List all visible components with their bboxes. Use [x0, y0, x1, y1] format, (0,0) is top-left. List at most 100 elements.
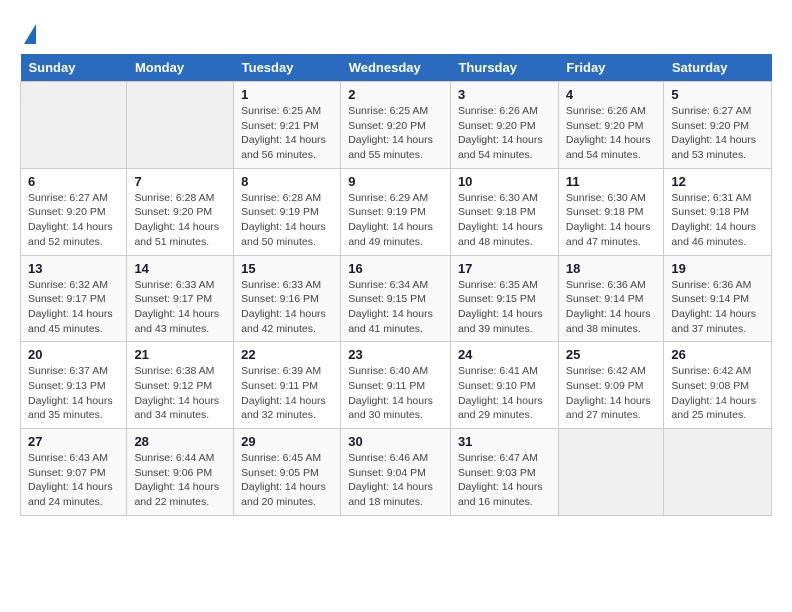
calendar-cell: 5 Sunrise: 6:27 AM Sunset: 9:20 PM Daylig… [664, 82, 772, 169]
calendar-cell: 22Sunrise: 6:39 AM Sunset: 9:11 PM Dayli… [234, 342, 341, 429]
day-number: 4 [566, 87, 657, 102]
calendar-header-row: SundayMondayTuesdayWednesdayThursdayFrid… [21, 54, 772, 82]
column-header-saturday: Saturday [664, 54, 772, 82]
calendar-cell: 31 Sunrise: 6:47 AM Sunset: 9:03 PM Dayli… [450, 429, 558, 516]
calendar-cell: 10 Sunrise: 6:30 AM Sunset: 9:18 PM Dayli… [450, 168, 558, 255]
day-number: 13 [28, 261, 119, 276]
calendar-cell: 24 Sunrise: 6:41 AM Sunset: 9:10 PM Dayli… [450, 342, 558, 429]
calendar-table: SundayMondayTuesdayWednesdayThursdayFrid… [20, 54, 772, 516]
calendar-cell: 14Sunrise: 6:33 AM Sunset: 9:17 PM Dayli… [127, 255, 234, 342]
day-number: 7 [134, 174, 226, 189]
calendar-cell: 6 Sunrise: 6:27 AM Sunset: 9:20 PM Daylig… [21, 168, 127, 255]
day-number: 24 [458, 347, 551, 362]
day-number: 21 [134, 347, 226, 362]
column-header-wednesday: Wednesday [341, 54, 451, 82]
calendar-cell: 15 Sunrise: 6:33 AM Sunset: 9:16 PM Dayli… [234, 255, 341, 342]
calendar-cell: 18 Sunrise: 6:36 AM Sunset: 9:14 PM Dayli… [558, 255, 664, 342]
calendar-cell: 25 Sunrise: 6:42 AM Sunset: 9:09 PM Dayli… [558, 342, 664, 429]
day-number: 17 [458, 261, 551, 276]
day-info: Sunrise: 6:25 AM Sunset: 9:21 PM Dayligh… [241, 104, 333, 163]
calendar-cell: 2 Sunrise: 6:25 AM Sunset: 9:20 PM Daylig… [341, 82, 451, 169]
day-info: Sunrise: 6:44 AM Sunset: 9:06 PM Dayligh… [134, 451, 226, 510]
day-info: Sunrise: 6:25 AM Sunset: 9:20 PM Dayligh… [348, 104, 443, 163]
calendar-cell: 4 Sunrise: 6:26 AM Sunset: 9:20 PM Daylig… [558, 82, 664, 169]
calendar-cell: 21Sunrise: 6:38 AM Sunset: 9:12 PM Dayli… [127, 342, 234, 429]
day-number: 25 [566, 347, 657, 362]
calendar-cell [21, 82, 127, 169]
day-number: 12 [671, 174, 764, 189]
day-info: Sunrise: 6:27 AM Sunset: 9:20 PM Dayligh… [671, 104, 764, 163]
day-info: Sunrise: 6:30 AM Sunset: 9:18 PM Dayligh… [566, 191, 657, 250]
day-number: 14 [134, 261, 226, 276]
day-number: 22 [241, 347, 333, 362]
logo-triangle-icon [24, 24, 36, 44]
day-info: Sunrise: 6:40 AM Sunset: 9:11 PM Dayligh… [348, 364, 443, 423]
calendar-cell: 8 Sunrise: 6:28 AM Sunset: 9:19 PM Daylig… [234, 168, 341, 255]
day-info: Sunrise: 6:31 AM Sunset: 9:18 PM Dayligh… [671, 191, 764, 250]
day-number: 5 [671, 87, 764, 102]
day-number: 9 [348, 174, 443, 189]
day-number: 10 [458, 174, 551, 189]
calendar-cell: 7 Sunrise: 6:28 AM Sunset: 9:20 PM Daylig… [127, 168, 234, 255]
day-info: Sunrise: 6:46 AM Sunset: 9:04 PM Dayligh… [348, 451, 443, 510]
calendar-cell: 11 Sunrise: 6:30 AM Sunset: 9:18 PM Dayli… [558, 168, 664, 255]
calendar-cell [127, 82, 234, 169]
day-number: 28 [134, 434, 226, 449]
day-info: Sunrise: 6:45 AM Sunset: 9:05 PM Dayligh… [241, 451, 333, 510]
day-info: Sunrise: 6:26 AM Sunset: 9:20 PM Dayligh… [458, 104, 551, 163]
day-info: Sunrise: 6:32 AM Sunset: 9:17 PM Dayligh… [28, 278, 119, 337]
calendar-cell: 13 Sunrise: 6:32 AM Sunset: 9:17 PM Dayli… [21, 255, 127, 342]
calendar-cell: 29Sunrise: 6:45 AM Sunset: 9:05 PM Dayli… [234, 429, 341, 516]
calendar-cell: 30Sunrise: 6:46 AM Sunset: 9:04 PM Dayli… [341, 429, 451, 516]
day-number: 27 [28, 434, 119, 449]
day-info: Sunrise: 6:47 AM Sunset: 9:03 PM Dayligh… [458, 451, 551, 510]
day-number: 6 [28, 174, 119, 189]
day-info: Sunrise: 6:34 AM Sunset: 9:15 PM Dayligh… [348, 278, 443, 337]
day-number: 19 [671, 261, 764, 276]
day-info: Sunrise: 6:27 AM Sunset: 9:20 PM Dayligh… [28, 191, 119, 250]
day-number: 1 [241, 87, 333, 102]
day-info: Sunrise: 6:37 AM Sunset: 9:13 PM Dayligh… [28, 364, 119, 423]
day-number: 26 [671, 347, 764, 362]
day-info: Sunrise: 6:35 AM Sunset: 9:15 PM Dayligh… [458, 278, 551, 337]
calendar-cell: 23Sunrise: 6:40 AM Sunset: 9:11 PM Dayli… [341, 342, 451, 429]
page-header [20, 20, 772, 44]
day-number: 11 [566, 174, 657, 189]
calendar-week-row: 27 Sunrise: 6:43 AM Sunset: 9:07 PM Dayli… [21, 429, 772, 516]
day-info: Sunrise: 6:42 AM Sunset: 9:09 PM Dayligh… [566, 364, 657, 423]
day-info: Sunrise: 6:29 AM Sunset: 9:19 PM Dayligh… [348, 191, 443, 250]
day-number: 16 [348, 261, 443, 276]
calendar-week-row: 13 Sunrise: 6:32 AM Sunset: 9:17 PM Dayli… [21, 255, 772, 342]
calendar-week-row: 20 Sunrise: 6:37 AM Sunset: 9:13 PM Dayli… [21, 342, 772, 429]
day-number: 18 [566, 261, 657, 276]
calendar-week-row: 1 Sunrise: 6:25 AM Sunset: 9:21 PM Daylig… [21, 82, 772, 169]
calendar-cell: 26 Sunrise: 6:42 AM Sunset: 9:08 PM Dayli… [664, 342, 772, 429]
column-header-tuesday: Tuesday [234, 54, 341, 82]
calendar-cell: 20 Sunrise: 6:37 AM Sunset: 9:13 PM Dayli… [21, 342, 127, 429]
column-header-sunday: Sunday [21, 54, 127, 82]
day-info: Sunrise: 6:43 AM Sunset: 9:07 PM Dayligh… [28, 451, 119, 510]
day-info: Sunrise: 6:26 AM Sunset: 9:20 PM Dayligh… [566, 104, 657, 163]
calendar-cell: 19 Sunrise: 6:36 AM Sunset: 9:14 PM Dayli… [664, 255, 772, 342]
calendar-cell: 17 Sunrise: 6:35 AM Sunset: 9:15 PM Dayli… [450, 255, 558, 342]
day-number: 15 [241, 261, 333, 276]
calendar-cell: 16 Sunrise: 6:34 AM Sunset: 9:15 PM Dayli… [341, 255, 451, 342]
day-number: 31 [458, 434, 551, 449]
calendar-cell: 27 Sunrise: 6:43 AM Sunset: 9:07 PM Dayli… [21, 429, 127, 516]
day-number: 2 [348, 87, 443, 102]
day-number: 3 [458, 87, 551, 102]
day-info: Sunrise: 6:41 AM Sunset: 9:10 PM Dayligh… [458, 364, 551, 423]
day-info: Sunrise: 6:36 AM Sunset: 9:14 PM Dayligh… [566, 278, 657, 337]
column-header-monday: Monday [127, 54, 234, 82]
day-info: Sunrise: 6:36 AM Sunset: 9:14 PM Dayligh… [671, 278, 764, 337]
column-header-friday: Friday [558, 54, 664, 82]
calendar-cell [558, 429, 664, 516]
day-info: Sunrise: 6:28 AM Sunset: 9:19 PM Dayligh… [241, 191, 333, 250]
day-number: 8 [241, 174, 333, 189]
day-info: Sunrise: 6:42 AM Sunset: 9:08 PM Dayligh… [671, 364, 764, 423]
day-info: Sunrise: 6:33 AM Sunset: 9:16 PM Dayligh… [241, 278, 333, 337]
day-number: 20 [28, 347, 119, 362]
day-info: Sunrise: 6:30 AM Sunset: 9:18 PM Dayligh… [458, 191, 551, 250]
day-info: Sunrise: 6:28 AM Sunset: 9:20 PM Dayligh… [134, 191, 226, 250]
logo [20, 20, 36, 44]
